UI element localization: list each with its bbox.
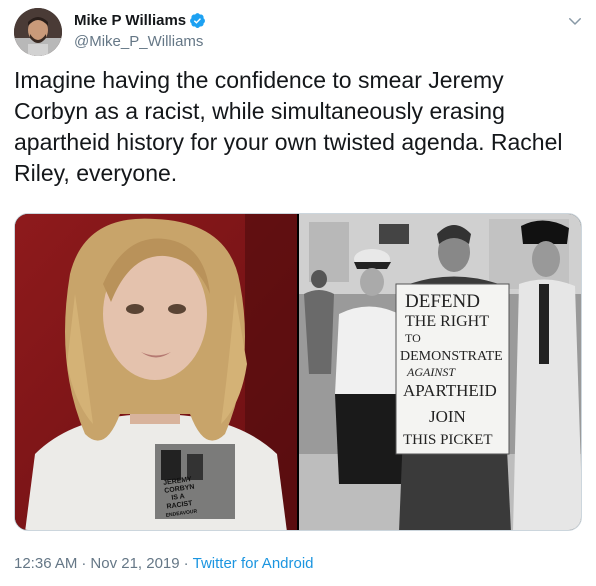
sign-text-line: JOIN <box>429 407 466 426</box>
sign-text-line: APARTHEID <box>403 381 497 400</box>
sign-text-line: DEFEND <box>405 291 480 312</box>
verified-badge-icon <box>190 13 206 28</box>
media-photo-right[interactable]: DEFEND THE RIGHT TO DEMONSTRATE AGAINST … <box>299 214 581 530</box>
photo-protest-bw: DEFEND THE RIGHT TO DEMONSTRATE AGAINST … <box>299 214 581 530</box>
sign-text-line: TO <box>405 331 421 345</box>
avatar[interactable] <box>14 8 62 56</box>
tweet-card: Mike P Williams @Mike_P_Williams Imagine… <box>0 0 596 586</box>
sign-text-line: AGAINST <box>406 365 456 379</box>
sign-text-line: DEMONSTRATE <box>400 349 503 364</box>
tweet-date[interactable]: Nov 21, 2019 <box>90 555 179 572</box>
sign-text-line: THE RIGHT <box>405 313 489 330</box>
tweet-text: Imagine having the confidence to smear J… <box>14 67 563 186</box>
sign-text-line: THIS PICKET <box>403 432 493 448</box>
avatar-image <box>14 8 62 56</box>
tweet-source-link[interactable]: Twitter for Android <box>193 555 314 572</box>
media-photo-left[interactable]: JEREMY CORBYN IS A RACIST ENDEAVOUR <box>15 214 297 530</box>
author-name-row[interactable]: Mike P Williams <box>74 12 206 29</box>
photo-woman-selfie: JEREMY CORBYN IS A RACIST ENDEAVOUR <box>15 214 297 530</box>
separator-dot: · <box>81 555 87 572</box>
chevron-down-icon[interactable] <box>566 12 584 30</box>
author-handle[interactable]: @Mike_P_Williams <box>74 33 203 50</box>
display-name[interactable]: Mike P Williams <box>74 12 186 29</box>
tweet-media[interactable]: JEREMY CORBYN IS A RACIST ENDEAVOUR DEFE… <box>14 213 582 531</box>
separator-dot: · <box>183 555 189 572</box>
tweet-metadata: 12:36 AM · Nov 21, 2019 · Twitter for Androi… <box>14 555 314 572</box>
tweet-time[interactable]: 12:36 AM <box>14 555 77 572</box>
